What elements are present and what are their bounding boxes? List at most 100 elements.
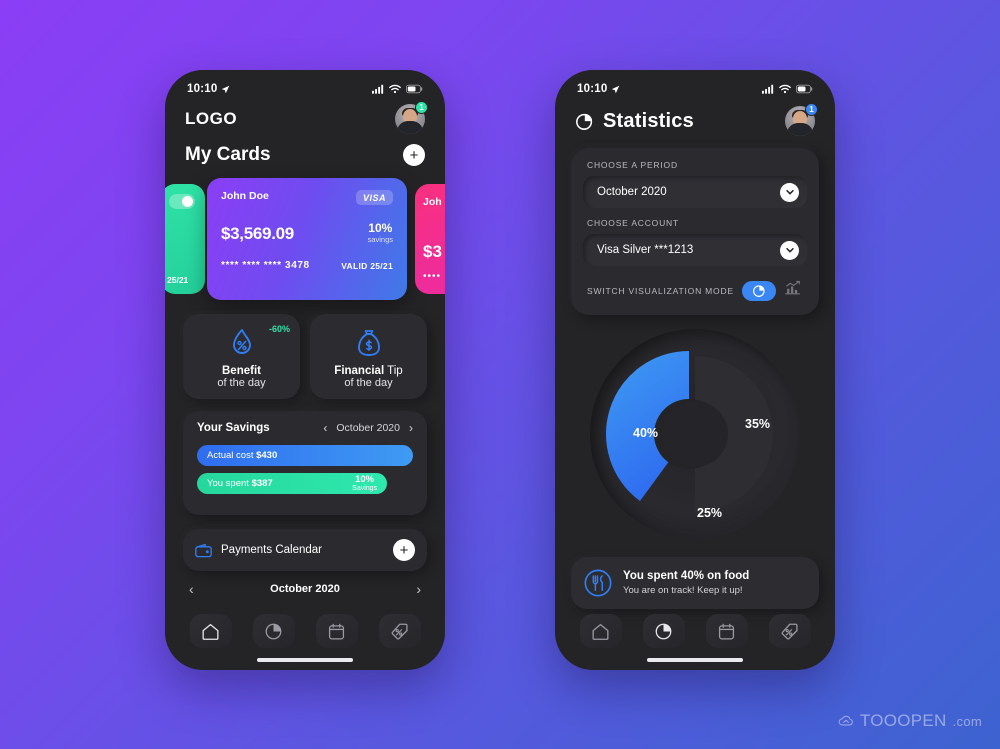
phone-left: 10:10 LOGO 1 My Cards + 25/21 John Doe V… [165, 70, 445, 670]
location-arrow-icon [612, 85, 620, 93]
tab-statistics[interactable] [252, 614, 295, 648]
header-left: LOGO 1 [165, 100, 445, 134]
spending-tip-card[interactable]: You spent 40% on food You are on track! … [571, 557, 819, 609]
avatar[interactable]: 1 [395, 101, 428, 134]
card-balance: $3,569.09 [221, 224, 294, 243]
bar-savings-label: Savings [352, 484, 378, 492]
savings-bars: Actual cost $430 You spent $387 10% Savi… [183, 443, 427, 515]
mode-option-bars[interactable] [784, 280, 801, 301]
tab-home[interactable] [189, 614, 232, 648]
signal-bars-icon [372, 84, 384, 94]
app-logo[interactable]: LOGO [185, 109, 237, 129]
tag-percent-icon [781, 623, 798, 640]
card-pink-holder: Joh [423, 196, 442, 208]
mode-option-pie[interactable] [742, 280, 776, 301]
cloud-icon [838, 715, 853, 726]
status-time-text: 10:10 [577, 83, 608, 95]
add-card-button[interactable]: + [403, 144, 425, 166]
calendar-icon [328, 623, 345, 639]
home-icon [202, 623, 219, 640]
card-valid: VALID 25/21 [341, 261, 393, 271]
visualization-mode-switch[interactable] [742, 280, 801, 301]
status-time: 10:10 [187, 83, 230, 95]
chevron-left-icon[interactable]: ‹ [323, 421, 327, 435]
chevron-right-icon[interactable]: › [416, 581, 421, 597]
status-icons [372, 84, 423, 94]
bar-savings-badge: 10% Savings [352, 474, 378, 492]
tab-home[interactable] [579, 614, 622, 648]
chevron-down-icon[interactable] [780, 240, 799, 260]
your-savings-panel: Your Savings ‹ October 2020 › Actual cos… [183, 411, 427, 515]
bar-chart-icon [784, 280, 801, 295]
tab-offers[interactable] [768, 614, 811, 648]
choose-account-label: CHOOSE ACCOUNT [587, 218, 679, 228]
avatar-badge: 1 [415, 101, 428, 114]
home-indicator [257, 658, 353, 662]
your-savings-header: Your Savings ‹ October 2020 › [183, 411, 427, 443]
card-savings-pct: 10% [368, 221, 393, 235]
donut-chart-svg [605, 351, 773, 512]
add-payment-button[interactable]: + [393, 539, 415, 561]
battery-icon [406, 84, 423, 94]
tile-title-bold: Benefit [222, 365, 261, 377]
wifi-icon [389, 84, 401, 94]
tab-offers[interactable] [378, 614, 421, 648]
account-select-value: Visa Silver ***1213 [597, 244, 694, 256]
card-toggle[interactable] [169, 194, 195, 209]
chevron-right-icon[interactable]: › [409, 421, 413, 435]
savings-month-label: October 2020 [336, 422, 400, 434]
visualization-mode-label: SWITCH VISUALIZATION MODE [587, 285, 734, 296]
bar-actual-cost: Actual cost $430 [197, 445, 413, 466]
choose-period-label: CHOOSE A PERIOD [587, 160, 678, 170]
watermark-name: TOOOPEN [859, 711, 947, 730]
tab-calendar[interactable] [315, 614, 358, 648]
payments-calendar-card[interactable]: Payments Calendar + [183, 529, 427, 571]
donut-chart[interactable]: 40% 35% 25% [555, 321, 835, 551]
avatar-body [397, 121, 423, 134]
status-time-text: 10:10 [187, 83, 218, 95]
status-icons [762, 84, 813, 94]
status-bar-right: 10:10 [555, 70, 835, 100]
card-pink-preview[interactable]: Joh $3 •••• [415, 184, 445, 294]
wifi-icon [779, 84, 791, 94]
bar-you-spent: You spent $387 10% Savings [197, 473, 388, 494]
card-pink-dots: •••• [423, 271, 442, 282]
avatar[interactable]: 1 [785, 103, 818, 136]
period-select[interactable]: October 2020 [583, 176, 807, 208]
bar-you-spent-value: $387 [251, 478, 273, 489]
info-tiles: -60% Benefit of the day Financial Tip of… [165, 300, 445, 399]
tile-discount-badge: -60% [268, 324, 290, 334]
bar-you-spent-text: You spent $387 [207, 478, 273, 489]
card-main[interactable]: John Doe VISA $3,569.09 10% savings ****… [207, 178, 407, 300]
home-indicator [647, 658, 743, 662]
page-title: Statistics [603, 109, 694, 132]
card-green-valid: 25/21 [167, 275, 189, 285]
tile-title-line2: of the day [344, 377, 393, 389]
location-arrow-icon [222, 85, 230, 93]
account-select[interactable]: Visa Silver ***1213 [583, 234, 807, 266]
status-bar-left: 10:10 [165, 70, 445, 100]
tile-title-line2: of the day [217, 377, 266, 389]
avatar-badge: 1 [805, 103, 818, 116]
cards-carousel[interactable]: 25/21 John Doe VISA $3,569.09 10% saving… [165, 178, 445, 300]
tile-benefit-of-the-day[interactable]: -60% Benefit of the day [183, 314, 300, 399]
chevron-left-icon[interactable]: ‹ [189, 581, 194, 597]
chevron-down-icon[interactable] [780, 182, 799, 202]
tab-statistics[interactable] [642, 614, 685, 648]
filters-panel: CHOOSE A PERIOD October 2020 CHOOSE ACCO… [571, 148, 819, 315]
phone-right: 10:10 Statistics 1 CHOOSE A PERIOD Octob… [555, 70, 835, 670]
watermark-domain: .com [952, 713, 982, 729]
header-right: Statistics 1 [555, 100, 835, 136]
status-time: 10:10 [577, 83, 620, 95]
card-number: **** **** **** 3478 [221, 260, 310, 271]
tile-financial-tip-of-the-day[interactable]: Financial Tip of the day [310, 314, 427, 399]
watermark: TOOOPEN .com [838, 711, 982, 731]
card-green-preview[interactable]: 25/21 [165, 184, 205, 294]
my-cards-header: My Cards + [165, 134, 445, 166]
payments-calendar-month: October 2020 [270, 583, 340, 595]
battery-icon [796, 84, 813, 94]
wallet-icon [195, 543, 212, 557]
pie-chart-icon [265, 623, 282, 639]
tab-calendar[interactable] [705, 614, 748, 648]
bar-you-spent-label: You spent [207, 478, 249, 489]
